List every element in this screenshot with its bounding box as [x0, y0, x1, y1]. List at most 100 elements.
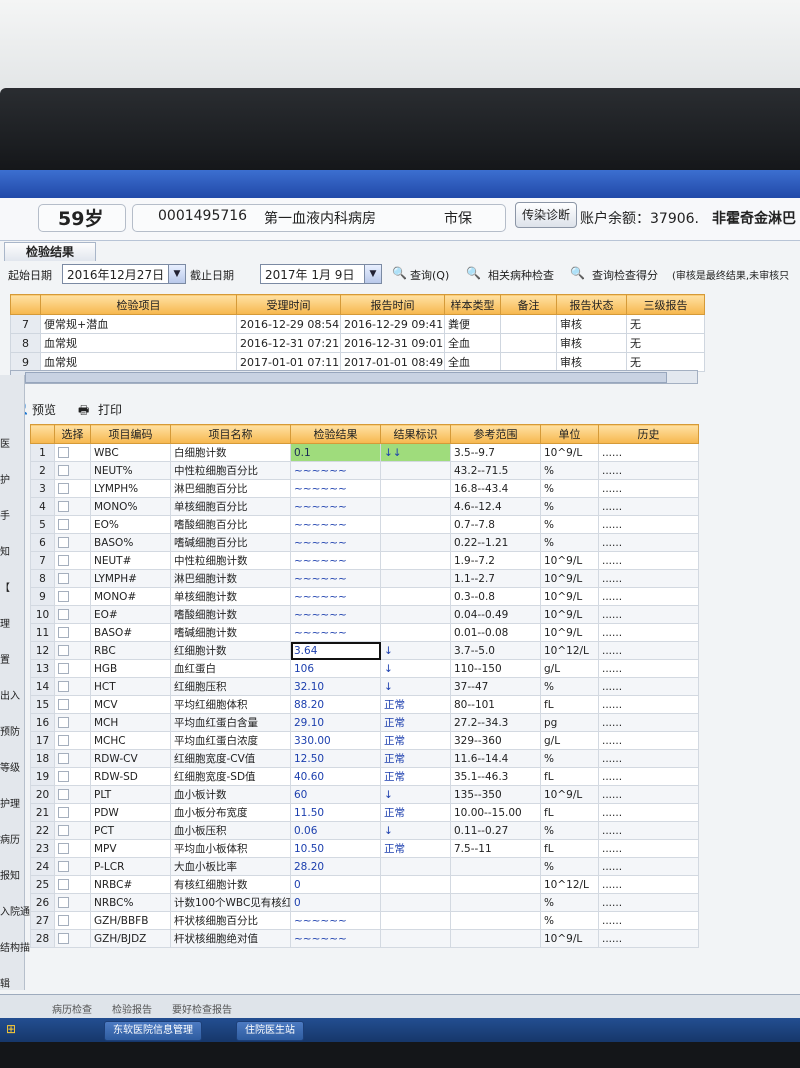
history-link[interactable]: ......: [598, 785, 699, 804]
result-value[interactable]: ~~~~~~: [290, 605, 381, 624]
result-value[interactable]: ~~~~~~: [290, 497, 381, 516]
row-checkbox[interactable]: [54, 767, 91, 786]
result-value[interactable]: 40.60: [290, 767, 381, 786]
checkbox[interactable]: [58, 663, 69, 674]
table-row[interactable]: 20 PLT 血小板计数 60 ↓ 135--350 10^9/L......: [30, 785, 699, 804]
result-value[interactable]: ~~~~~~: [290, 479, 381, 498]
table-row[interactable]: 3 LYMPH% 淋巴细胞百分比 ~~~~~~ 16.8--43.4%......: [30, 479, 699, 498]
tab-record-check[interactable]: 病历检查: [52, 1001, 92, 1016]
checkbox[interactable]: [58, 627, 69, 638]
row-checkbox[interactable]: [54, 659, 91, 678]
table-row[interactable]: 18 RDW-CV 红细胞宽度-CV值 12.50 正常 11.6--14.4%.....…: [30, 749, 699, 768]
row-checkbox[interactable]: [54, 677, 91, 696]
table-row[interactable]: 24 P-LCR 大血小板比率 28.20%......: [30, 857, 699, 876]
checkbox[interactable]: [58, 447, 69, 458]
table-row[interactable]: 6 BASO% 嗜碱细胞百分比 ~~~~~~ 0.22--1.21%......: [30, 533, 699, 552]
side-label[interactable]: 手: [0, 507, 10, 522]
result-value[interactable]: 29.10: [290, 713, 381, 732]
result-value[interactable]: ~~~~~~: [290, 623, 381, 642]
checkbox[interactable]: [58, 789, 69, 800]
tab-lab-results[interactable]: 检验结果: [4, 242, 96, 261]
history-link[interactable]: ......: [598, 713, 699, 732]
history-link[interactable]: ......: [598, 533, 699, 552]
row-checkbox[interactable]: [54, 515, 91, 534]
side-label[interactable]: 辑: [0, 975, 10, 990]
row-checkbox[interactable]: [54, 803, 91, 822]
table-row[interactable]: 1 WBC 白细胞计数 0.1 ↓↓ 3.5--9.7 10^9/L......: [30, 443, 699, 462]
result-value[interactable]: ~~~~~~: [290, 461, 381, 480]
row-checkbox[interactable]: [54, 731, 91, 750]
side-label[interactable]: 病历: [0, 831, 20, 846]
table-row[interactable]: 26 NRBC% 计数100个WBC见有核红细 0%......: [30, 893, 699, 912]
result-value[interactable]: 11.50: [290, 803, 381, 822]
checkbox[interactable]: [58, 465, 69, 476]
history-link[interactable]: ......: [598, 803, 699, 822]
history-link[interactable]: ......: [598, 821, 699, 840]
history-link[interactable]: ......: [598, 551, 699, 570]
checkbox[interactable]: [58, 861, 69, 872]
history-link[interactable]: ......: [598, 893, 699, 912]
table-row[interactable]: 7 NEUT# 中性粒细胞计数 ~~~~~~ 1.9--7.2 10^9/L......: [30, 551, 699, 570]
history-link[interactable]: ......: [598, 929, 699, 948]
table-row[interactable]: 15 MCV 平均红细胞体积 88.20 正常 80--101 fL......: [30, 695, 699, 714]
list-col-item[interactable]: 检验项目: [40, 294, 237, 315]
checkbox[interactable]: [58, 699, 69, 710]
history-link[interactable]: ......: [598, 623, 699, 642]
taskbar-item-doctor[interactable]: 住院医生站: [236, 1021, 304, 1041]
infect-diagnosis-button[interactable]: 传染诊断: [515, 202, 578, 228]
checkbox[interactable]: [58, 555, 69, 566]
checkbox[interactable]: [58, 591, 69, 602]
col-range[interactable]: 参考范围: [450, 424, 541, 444]
side-label[interactable]: 结构描: [0, 939, 30, 954]
side-label[interactable]: 医: [0, 435, 10, 450]
row-checkbox[interactable]: [54, 587, 91, 606]
checkbox[interactable]: [58, 501, 69, 512]
end-date-combo[interactable]: 2017年 1月 9日 ▼: [260, 264, 382, 284]
tab-exam-report[interactable]: 要好检查报告: [172, 1001, 232, 1016]
history-link[interactable]: ......: [598, 641, 699, 660]
col-name[interactable]: 项目名称: [170, 424, 291, 444]
row-checkbox[interactable]: [54, 605, 91, 624]
history-link[interactable]: ......: [598, 839, 699, 858]
table-row[interactable]: 8 LYMPH# 淋巴细胞计数 ~~~~~~ 1.1--2.7 10^9/L......: [30, 569, 699, 588]
table-row[interactable]: 9 血常规 2017-01-01 07:11 2017-01-01 08:49 全血 审核…: [10, 352, 705, 372]
result-value[interactable]: ~~~~~~: [290, 533, 381, 552]
list-col-sample[interactable]: 样本类型: [444, 294, 501, 315]
side-label[interactable]: 理: [0, 615, 10, 630]
result-value[interactable]: 0: [290, 875, 381, 894]
checkbox[interactable]: [58, 609, 69, 620]
result-value[interactable]: 60: [290, 785, 381, 804]
history-link[interactable]: ......: [598, 605, 699, 624]
query-score-button[interactable]: 查询检查得分: [592, 267, 658, 283]
history-link[interactable]: ......: [598, 443, 699, 462]
horizontal-scrollbar[interactable]: [10, 370, 698, 384]
table-row[interactable]: 17 MCHC 平均血红蛋白浓度 330.00 正常 329--360 g/L......: [30, 731, 699, 750]
history-link[interactable]: ......: [598, 479, 699, 498]
col-code[interactable]: 项目编码: [90, 424, 171, 444]
checkbox[interactable]: [58, 645, 69, 656]
checkbox[interactable]: [58, 897, 69, 908]
list-col-report-time[interactable]: 报告时间: [340, 294, 445, 315]
checkbox[interactable]: [58, 933, 69, 944]
table-row[interactable]: 2 NEUT% 中性粒细胞百分比 ~~~~~~ 43.2--71.5%......: [30, 461, 699, 480]
preview-button[interactable]: 预览: [32, 401, 56, 418]
row-checkbox[interactable]: [54, 875, 91, 894]
query-button[interactable]: 查询(Q): [410, 267, 449, 283]
col-unit[interactable]: 单位: [540, 424, 599, 444]
row-checkbox[interactable]: [54, 569, 91, 588]
history-link[interactable]: ......: [598, 515, 699, 534]
row-checkbox[interactable]: [54, 551, 91, 570]
checkbox[interactable]: [58, 681, 69, 692]
checkbox[interactable]: [58, 735, 69, 746]
side-label[interactable]: 预防: [0, 723, 20, 738]
row-checkbox[interactable]: [54, 785, 91, 804]
history-link[interactable]: ......: [598, 875, 699, 894]
side-label[interactable]: 置: [0, 651, 10, 666]
result-value[interactable]: 12.50: [290, 749, 381, 768]
row-checkbox[interactable]: [54, 641, 91, 660]
checkbox[interactable]: [58, 771, 69, 782]
search-icon[interactable]: 🔍: [466, 266, 481, 280]
search-icon[interactable]: 🔍: [392, 266, 407, 280]
checkbox[interactable]: [58, 843, 69, 854]
row-checkbox[interactable]: [54, 821, 91, 840]
